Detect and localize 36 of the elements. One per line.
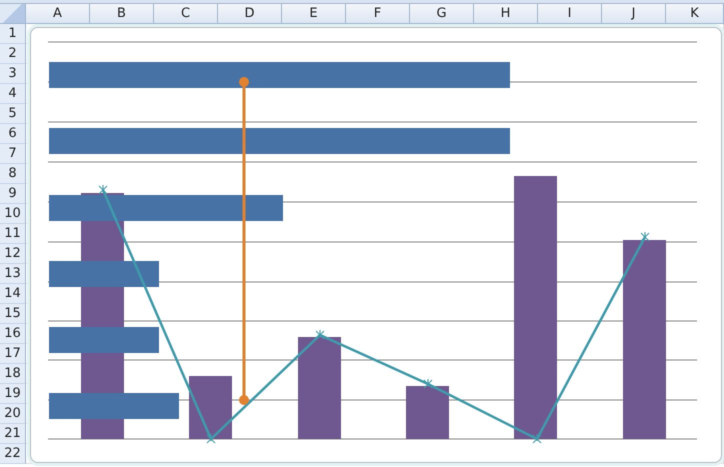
row-header[interactable]: 16 [0, 324, 26, 344]
column-header[interactable]: H [474, 4, 538, 24]
row-header[interactable]: 17 [0, 344, 26, 364]
column-header[interactable]: E [282, 4, 346, 24]
row-header[interactable]: 12 [0, 244, 26, 264]
row-header[interactable]: 9 [0, 184, 26, 204]
row-header[interactable]: 15 [0, 304, 26, 324]
column-header[interactable]: K [666, 4, 724, 24]
row-header[interactable]: 10 [0, 204, 26, 224]
chart-area[interactable] [30, 27, 722, 463]
column-bar [406, 386, 449, 439]
row-header[interactable]: 18 [0, 364, 26, 384]
column-header[interactable]: A [26, 4, 90, 24]
row-header[interactable]: 1 [0, 24, 26, 44]
row-header[interactable]: 13 [0, 264, 26, 284]
column-header[interactable]: J [602, 4, 666, 24]
row-header[interactable]: 20 [0, 404, 26, 424]
row-header[interactable]: 5 [0, 104, 26, 124]
column-header[interactable]: F [346, 4, 410, 24]
row-header[interactable]: 19 [0, 384, 26, 404]
row-header[interactable]: 14 [0, 284, 26, 304]
row-header[interactable]: 6 [0, 124, 26, 144]
row-header[interactable]: 21 [0, 424, 26, 444]
row-header[interactable]: 7 [0, 144, 26, 164]
column-header[interactable]: I [538, 4, 602, 24]
column-bar [189, 376, 232, 439]
column-header[interactable]: C [154, 4, 218, 24]
row-header[interactable]: 22 [0, 444, 26, 464]
column-header[interactable]: G [410, 4, 474, 24]
row-header[interactable]: 11 [0, 224, 26, 244]
row-header[interactable]: 4 [0, 84, 26, 104]
row-header[interactable]: 3 [0, 64, 26, 84]
row-header[interactable]: 2 [0, 44, 26, 64]
row-header[interactable]: 8 [0, 164, 26, 184]
column-header[interactable]: B [90, 4, 154, 24]
column-header[interactable]: D [218, 4, 282, 24]
